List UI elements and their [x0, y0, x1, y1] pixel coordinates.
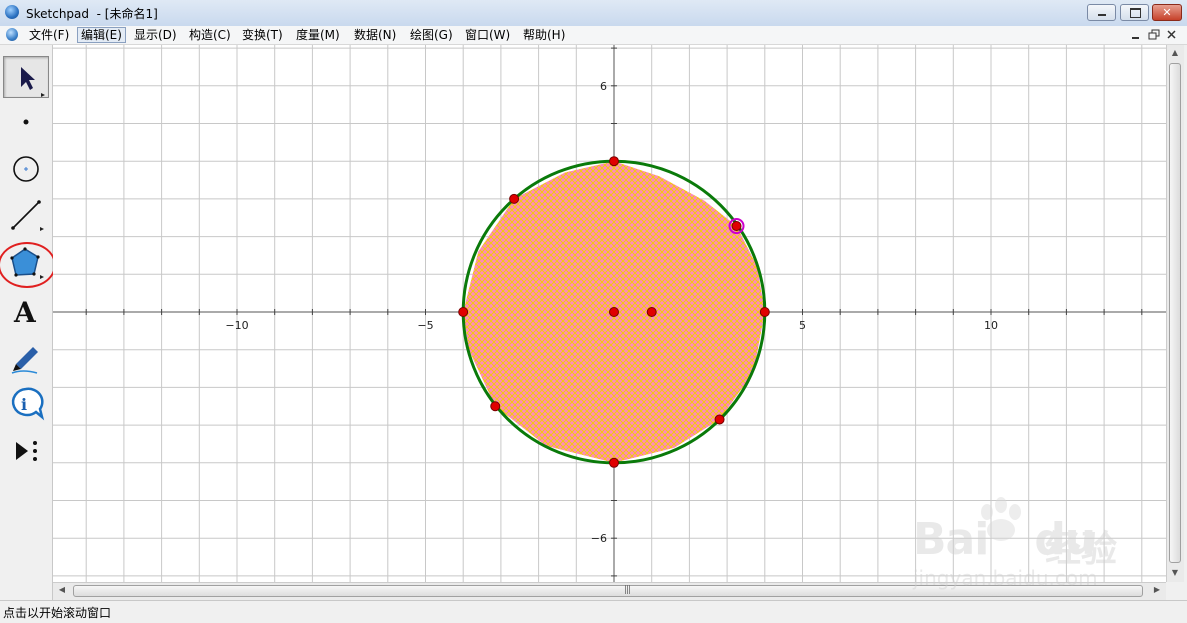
document-icon[interactable] — [6, 28, 18, 41]
menu-file[interactable]: 文件(F) — [26, 27, 72, 43]
vertical-scroll-thumb[interactable] — [1169, 63, 1181, 563]
grip-icon: ||| — [624, 585, 631, 595]
center-point[interactable] — [609, 307, 619, 317]
point-on-circle[interactable] — [609, 457, 619, 468]
custom-tools-icon — [16, 441, 37, 461]
x-tick-label: −10 — [225, 319, 248, 332]
baidu-watermark: Bai du 经验 jingyan.baidu.com — [905, 496, 1135, 596]
marker-icon — [11, 347, 38, 374]
custom-tools-tool[interactable] — [3, 430, 49, 472]
scroll-down-arrow-icon[interactable]: ▼ — [1167, 568, 1183, 577]
menu-help[interactable]: 帮助(H) — [520, 27, 568, 43]
radius-point[interactable] — [646, 307, 657, 317]
straightedge-icon — [11, 200, 44, 231]
window-title: Sketchpad - [未命名1] — [26, 7, 158, 21]
scroll-up-arrow-icon[interactable]: ▲ — [1167, 48, 1183, 57]
selection-arrow-tool[interactable] — [3, 56, 49, 98]
menu-edit[interactable]: 编辑(E) — [77, 27, 126, 43]
minimize-button[interactable] — [1087, 4, 1116, 21]
point-on-circle[interactable] — [458, 307, 469, 317]
point-on-circle[interactable] — [714, 414, 725, 425]
menu-transform[interactable]: 变换(T) — [239, 27, 286, 43]
sketchpad-app-icon — [5, 5, 19, 19]
y-tick-label: −6 — [591, 532, 607, 545]
watermark-product: 经验 — [1045, 529, 1118, 570]
y-tick-label: 6 — [600, 80, 607, 93]
doc-close-icon — [1167, 30, 1176, 39]
svg-text:A: A — [13, 296, 37, 329]
close-button[interactable]: ✕ — [1152, 4, 1182, 21]
compass-icon — [13, 156, 39, 182]
watermark-url: jingyan.baidu.com — [913, 566, 1098, 590]
menu-graph[interactable]: 绘图(G) — [407, 27, 456, 43]
title-bar: Sketchpad - [未命名1] ✕ — [0, 0, 1187, 27]
doc-restore-icon — [1148, 29, 1160, 40]
x-tick-label: 5 — [799, 319, 806, 332]
scroll-right-arrow-icon[interactable]: ▶ — [1149, 585, 1165, 594]
point-on-circle[interactable] — [509, 193, 520, 204]
doc-close-button[interactable] — [1164, 28, 1180, 42]
compass-tool[interactable] — [3, 148, 49, 190]
doc-minimize-icon — [1132, 37, 1139, 39]
status-bar: 点击以开始滚动窗口 — [0, 600, 1187, 623]
text-icon: A — [13, 296, 37, 329]
svg-text:i: i — [21, 395, 27, 414]
tool-palette: A i — [0, 45, 56, 600]
straightedge-tool[interactable] — [3, 194, 49, 236]
x-tick-label: 10 — [984, 319, 998, 332]
doc-restore-button[interactable] — [1146, 28, 1162, 42]
point-on-circle[interactable] — [759, 307, 770, 317]
menu-construct[interactable]: 构造(C) — [186, 27, 234, 43]
maximize-button[interactable] — [1120, 4, 1149, 21]
status-text: 点击以开始滚动窗口 — [3, 606, 112, 620]
menu-data[interactable]: 数据(N) — [351, 27, 399, 43]
marker-tool[interactable] — [3, 336, 49, 378]
doc-minimize-button[interactable] — [1128, 28, 1144, 42]
menu-display[interactable]: 显示(D) — [131, 27, 180, 43]
point-on-circle[interactable] — [609, 156, 619, 167]
point-icon — [23, 119, 29, 125]
x-tick-label: −5 — [417, 319, 433, 332]
tool-highlight-circle — [0, 242, 56, 288]
text-tool[interactable]: A — [3, 290, 49, 332]
point-on-circle[interactable] — [490, 401, 501, 412]
menu-measure[interactable]: 度量(M) — [293, 27, 343, 43]
minimize-icon — [1098, 14, 1106, 16]
point-on-circle[interactable] — [731, 221, 742, 232]
scroll-left-arrow-icon[interactable]: ◀ — [54, 585, 70, 594]
information-tool[interactable]: i — [3, 383, 49, 425]
select-arrow-icon — [21, 67, 45, 97]
vertical-scrollbar[interactable]: ▲ ▼ — [1166, 45, 1184, 582]
menu-bar: 文件(F) 编辑(E) 显示(D) 构造(C) 变换(T) 度量(M) 数据(N… — [0, 26, 1187, 45]
close-icon: ✕ — [1162, 6, 1172, 19]
point-tool[interactable] — [3, 101, 49, 143]
information-icon: i — [11, 387, 45, 421]
menu-window[interactable]: 窗口(W) — [462, 27, 513, 43]
maximize-icon — [1130, 8, 1141, 18]
